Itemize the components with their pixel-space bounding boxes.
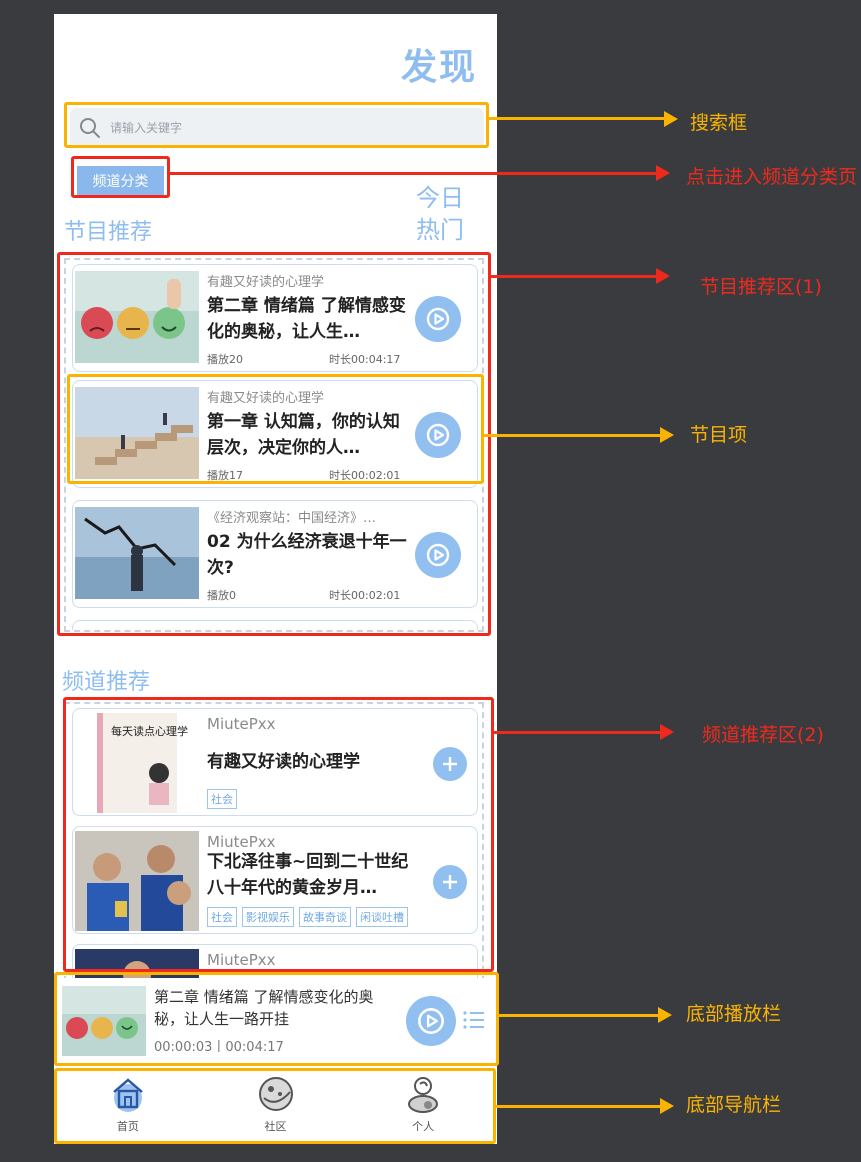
play-count: 播放20 <box>207 353 243 366</box>
program-item[interactable]: 有趣又好读的心理学 第二章 情绪篇 了解情感变化的奥秘，让人生… 播放20 时长… <box>72 264 478 372</box>
channel-item[interactable]: MiutePxx 下北泽往事~回到二十世纪八十年代的黄金岁月… 社会 影视娱乐 … <box>72 826 478 934</box>
duration: 时长00:02:01 <box>329 469 401 482</box>
channel-recommend-list: 每天读点心理学 MiutePxx 有趣又好读的心理学 社会 MiutePxx 下… <box>64 702 484 992</box>
arrow-head-icon <box>658 1007 672 1023</box>
arrow-head-icon <box>660 724 674 740</box>
program-thumbnail <box>75 387 199 479</box>
channel-cover: 每天读点心理学 <box>75 713 199 813</box>
program-channel-name: 有趣又好读的心理学 <box>207 275 325 290</box>
book-cover-title: 每天读点心理学 <box>111 724 188 738</box>
annotation-label-search: 搜索框 <box>690 112 748 134</box>
play-icon <box>426 543 450 567</box>
program-item[interactable]: 《经济观察站：中国经济》… 02 为什么经济衰退十年一次? 播放0 时长00:0… <box>72 500 478 608</box>
channel-tags: 社会 影视娱乐 故事奇谈 闲谈吐槽 <box>207 907 408 927</box>
today-hot-link[interactable]: 今日热门 <box>410 182 470 246</box>
program-channel-name: 有趣又好读的心理学 <box>207 391 325 406</box>
channel-item[interactable]: 每天读点心理学 MiutePxx 有趣又好读的心理学 社会 <box>72 708 478 816</box>
annotation-label-player-bar: 底部播放栏 <box>686 1003 782 1025</box>
tag[interactable]: 故事奇谈 <box>299 907 351 927</box>
program-channel-name: 《经济观察站：中国经济》… <box>207 511 377 526</box>
search-icon <box>70 108 110 148</box>
annotation-label-channel-area: 频道推荐区(2) <box>702 724 824 746</box>
annotation-label-nav-bar: 底部导航栏 <box>686 1094 782 1116</box>
player-play-button[interactable] <box>406 996 456 1046</box>
play-icon <box>418 1008 444 1034</box>
tab-label: 首页 <box>116 1120 139 1133</box>
duration: 时长00:04:17 <box>329 353 401 366</box>
section-title-channels: 频道推荐 <box>62 670 151 695</box>
annotation-label-channel-category: 点击进入频道分类页 <box>686 166 858 188</box>
bottom-nav-bar: 首页 社区 个人 <box>54 1068 497 1144</box>
program-recommend-list: 有趣又好读的心理学 第二章 情绪篇 了解情感变化的奥秘，让人生… 播放20 时长… <box>64 258 484 632</box>
home-icon <box>106 1072 150 1116</box>
playlist-icon[interactable] <box>462 1008 486 1032</box>
subscribe-button[interactable] <box>433 865 467 899</box>
program-item[interactable]: 有趣又好读的心理学 第一章 认知篇，你的认知层次，决定你的人… 播放17 时长0… <box>72 380 478 488</box>
channel-title: 下北泽往事~回到二十世纪八十年代的黄金岁月… <box>207 852 409 898</box>
channel-author: MiutePxx <box>207 715 276 733</box>
tag[interactable]: 闲谈吐槽 <box>356 907 408 927</box>
annotation-arrow-program-item <box>484 434 664 437</box>
player-title: 第二章 情绪篇 了解情感变化的奥秘，让人生一路开挂 <box>154 988 374 1028</box>
page-title: 发现 <box>400 47 477 88</box>
bottom-player-bar[interactable]: 第二章 情绪篇 了解情感变化的奥秘，让人生一路开挂 00:00:03丨00:04… <box>54 978 497 1064</box>
annotation-arrow-program-area <box>491 275 661 278</box>
tab-label: 社区 <box>264 1120 287 1133</box>
play-icon <box>426 423 450 447</box>
annotation-arrow-nav-bar <box>496 1105 664 1108</box>
channel-cover <box>75 831 199 931</box>
program-thumbnail <box>75 271 199 363</box>
play-icon <box>426 307 450 331</box>
annotation-label-program-area: 节目推荐区(1) <box>700 276 822 298</box>
tag[interactable]: 社会 <box>207 907 237 927</box>
program-title: 02 为什么经济衰退十年一次? <box>207 532 407 578</box>
player-thumbnail <box>62 986 146 1056</box>
plus-icon <box>443 757 457 771</box>
arrow-head-icon <box>660 1098 674 1114</box>
arrow-head-icon <box>656 165 670 181</box>
play-count: 播放17 <box>207 469 243 482</box>
channel-author: MiutePxx <box>207 951 276 969</box>
play-button[interactable] <box>415 296 461 342</box>
plus-icon <box>443 875 457 889</box>
channel-category-button[interactable]: 频道分类 <box>77 166 164 196</box>
play-count: 播放0 <box>207 589 236 602</box>
arrow-head-icon <box>664 111 678 127</box>
tab-home[interactable]: 首页 <box>54 1068 202 1144</box>
program-title: 第一章 认知篇，你的认知层次，决定你的人… <box>207 412 400 458</box>
play-button[interactable] <box>415 412 461 458</box>
annotation-arrow-player-bar <box>499 1014 663 1017</box>
annotation-label-program-item: 节目项 <box>690 424 748 446</box>
player-time: 00:00:03丨00:04:17 <box>154 1040 284 1055</box>
search-bar[interactable] <box>70 108 484 148</box>
program-title: 第二章 情绪篇 了解情感变化的奥秘，让人生… <box>207 296 406 342</box>
tag[interactable]: 影视娱乐 <box>242 907 294 927</box>
tab-label: 个人 <box>412 1120 435 1133</box>
search-input[interactable] <box>110 121 410 135</box>
phone-screen: 发现 频道分类 节目推荐 今日热门 <box>54 14 497 1144</box>
annotation-arrow-channel-category <box>170 172 660 175</box>
section-title-programs: 节目推荐 <box>64 220 153 245</box>
tab-community[interactable]: 社区 <box>202 1068 350 1144</box>
channel-tags: 社会 <box>207 789 237 809</box>
annotation-arrow-channel-area <box>494 731 664 734</box>
profile-icon <box>401 1072 445 1116</box>
program-item[interactable] <box>72 620 478 630</box>
program-thumbnail <box>75 507 199 599</box>
arrow-head-icon <box>656 268 670 284</box>
subscribe-button[interactable] <box>433 747 467 781</box>
annotation-arrow-search <box>489 117 669 120</box>
play-button[interactable] <box>415 532 461 578</box>
community-icon <box>254 1072 298 1116</box>
tab-profile[interactable]: 个人 <box>349 1068 497 1144</box>
duration: 时长00:02:01 <box>329 589 401 602</box>
arrow-head-icon <box>660 427 674 443</box>
tag[interactable]: 社会 <box>207 789 237 809</box>
channel-title: 有趣又好读的心理学 <box>207 752 360 772</box>
